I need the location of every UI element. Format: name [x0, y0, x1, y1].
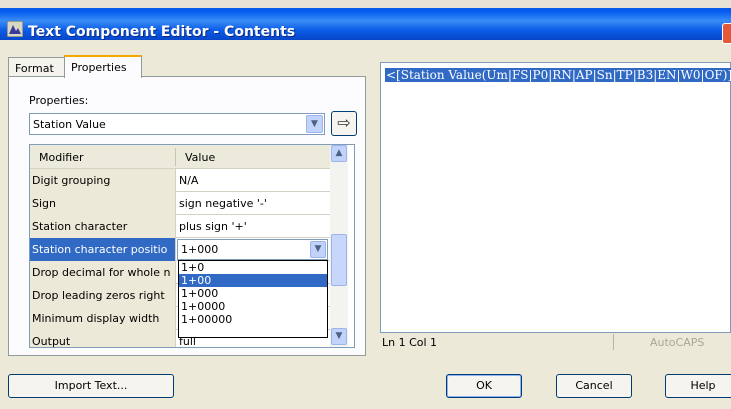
table-row[interactable]: Digit grouping N/A: [30, 169, 330, 192]
properties-select-value: Station Value: [33, 118, 106, 131]
modifier-cell: Drop leading zeros right: [32, 289, 165, 302]
insert-property-button[interactable]: ⇨: [331, 111, 357, 136]
contents-editor[interactable]: <[Station Value(Um|FS|P0|RN|AP|Sn|TP|B3|…: [380, 62, 731, 333]
modifier-cell: Minimum display width: [32, 312, 160, 325]
window-title: Text Component Editor - Contents: [28, 24, 296, 40]
dropdown-option[interactable]: 1+0: [179, 261, 327, 274]
scroll-thumb[interactable]: [331, 234, 347, 286]
tab-format-label: Format: [15, 62, 54, 75]
dropdown-option[interactable]: 1+0000: [179, 300, 327, 313]
modifier-column-header[interactable]: Modifier: [39, 151, 83, 164]
table-row-selected[interactable]: Station character positio 1+000 ▼: [30, 238, 330, 261]
tab-format[interactable]: Format: [8, 57, 65, 77]
station-position-dropdown-list: 1+0 1+00 1+000 1+0000 1+00000: [178, 260, 328, 338]
dropdown-option[interactable]: 1+000: [179, 287, 327, 300]
properties-label: Properties:: [29, 94, 89, 107]
value-combobox[interactable]: 1+000 ▼: [177, 239, 328, 260]
table-row[interactable]: Sign sign negative '-': [30, 192, 330, 215]
editor-status-bar: Ln 1 Col 1 AutoCAPS: [380, 333, 731, 352]
grid-header: Modifier Value: [30, 145, 330, 169]
modifier-cell: Drop decimal for whole n: [32, 266, 171, 279]
app-icon: [7, 21, 23, 37]
status-divider: [613, 334, 614, 350]
properties-select[interactable]: Station Value ▼: [29, 113, 325, 135]
modifier-cell: Output: [32, 335, 71, 348]
value-column-header[interactable]: Value: [185, 151, 215, 164]
chevron-down-icon[interactable]: ▼: [310, 241, 326, 258]
dropdown-option[interactable]: 1+00000: [179, 313, 327, 326]
tab-properties-label: Properties: [71, 61, 127, 74]
background-window-strip: [0, 0, 731, 8]
cancel-button[interactable]: Cancel: [556, 374, 632, 398]
modifier-cell: Station character: [32, 220, 128, 233]
import-text-button[interactable]: Import Text...: [8, 374, 174, 398]
column-divider[interactable]: [175, 148, 176, 166]
value-cell: N/A: [179, 174, 199, 187]
title-bar[interactable]: Text Component Editor - Contents: [0, 8, 731, 44]
arrow-right-icon: ⇨: [337, 113, 351, 132]
chevron-up-icon[interactable]: ▲: [331, 145, 347, 162]
modifier-cell: Digit grouping: [32, 174, 111, 187]
tab-properties[interactable]: Properties: [64, 55, 142, 78]
cursor-position: Ln 1 Col 1: [382, 336, 438, 349]
value-combobox-text: 1+000: [181, 243, 219, 256]
chevron-down-icon[interactable]: ▼: [306, 115, 323, 133]
help-button[interactable]: Help: [665, 374, 731, 398]
modifier-cell: Sign: [32, 197, 56, 210]
dropdown-option-highlighted[interactable]: 1+00: [179, 274, 327, 287]
ok-button[interactable]: OK: [446, 374, 522, 398]
grid-scrollbar[interactable]: ▲ ▼: [330, 145, 348, 347]
value-cell: sign negative '-': [179, 197, 267, 210]
chevron-down-icon[interactable]: ▼: [331, 328, 347, 345]
editor-selected-text[interactable]: <[Station Value(Um|FS|P0|RN|AP|Sn|TP|B3|…: [385, 68, 731, 82]
close-button[interactable]: [722, 23, 731, 44]
value-cell: plus sign '+': [179, 220, 247, 233]
table-row[interactable]: Station character plus sign '+': [30, 215, 330, 238]
modifier-cell: Station character positio: [32, 243, 168, 256]
autocaps-indicator: AutoCAPS: [650, 336, 705, 349]
